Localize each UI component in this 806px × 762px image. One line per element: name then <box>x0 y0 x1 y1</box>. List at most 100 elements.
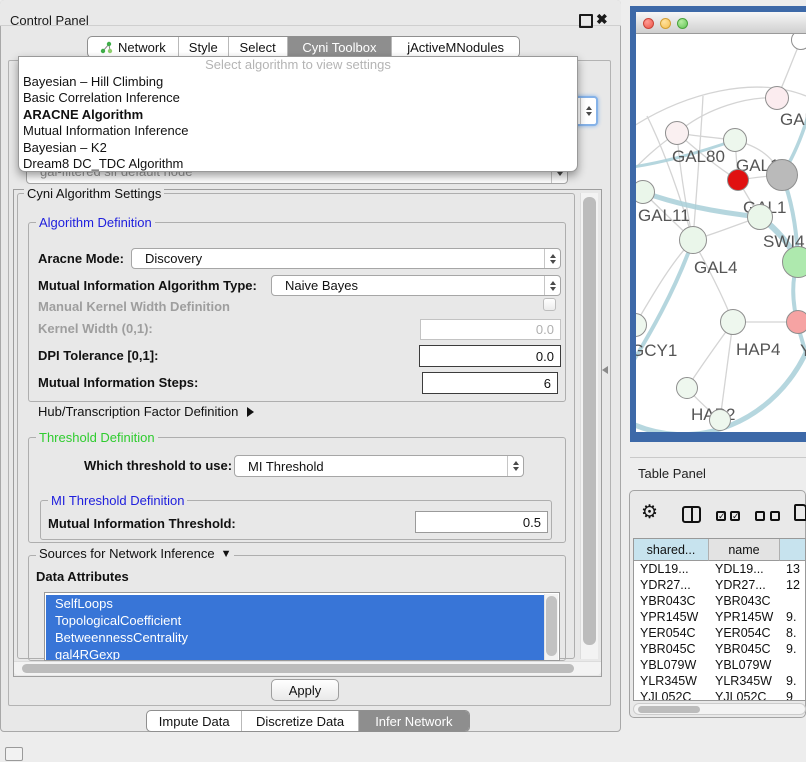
kernel-width-field[interactable]: 0.0 <box>420 319 561 340</box>
table-row[interactable]: YDL19...YDL19...13 <box>634 561 805 577</box>
algorithm-option-bayesian-hill-climbing[interactable]: Bayesian – Hill Climbing <box>19 74 577 91</box>
network-node-gal11[interactable] <box>636 180 655 204</box>
scrollbar-thumb[interactable] <box>583 197 596 645</box>
mi-steps-field[interactable]: 6 <box>422 372 558 394</box>
mi-threshold-value: 0.5 <box>523 515 541 530</box>
network-node-gal[interactable] <box>765 86 789 110</box>
mi-algorithm-type-combobox[interactable]: Naive Bayes <box>271 275 561 296</box>
sources-section-header[interactable]: Sources for Network Inference ▼ <box>36 547 234 560</box>
control-panel-tabs: NetworkStyleSelectCyni ToolboxjActiveMNo… <box>87 36 520 58</box>
tab-select[interactable]: Select <box>229 37 288 57</box>
split-pane-collapse-arrow[interactable] <box>602 366 608 374</box>
aracne-mode-combobox[interactable]: Discovery <box>131 248 561 269</box>
close-panel-icon[interactable]: ✖ <box>596 11 608 28</box>
kernel-width-label: Kernel Width (0,1): <box>38 322 153 335</box>
network-node[interactable] <box>782 246 806 278</box>
node-table[interactable]: shared...name YDL19...YDL19...13YDR27...… <box>633 538 806 701</box>
expanded-arrow-icon[interactable]: ▼ <box>221 548 232 560</box>
network-canvas[interactable]: GALGAL80GAL10GAL1GAL11SWI4GAL4GCY1HAP4YH… <box>636 34 806 432</box>
table-row[interactable]: YER054CYER054C8. <box>634 625 805 641</box>
control-panel-title: Control Panel <box>10 13 89 28</box>
attribute-item-gal4rgexp[interactable]: gal4RGexp <box>46 646 545 661</box>
network-node-gcy1[interactable] <box>636 313 647 337</box>
dpi-tolerance-field[interactable]: 0.0 <box>419 345 561 367</box>
combo-arrows-icon <box>580 98 596 124</box>
table-row[interactable]: YDR27...YDR27...12 <box>634 577 805 593</box>
table-row[interactable]: YBL079WYBL079W <box>634 657 805 673</box>
table-row[interactable]: YBR043CYBR043C <box>634 593 805 609</box>
network-node-gal80[interactable] <box>665 121 689 145</box>
network-node-hap4[interactable] <box>720 309 746 335</box>
tab-discretize-data[interactable]: Discretize Data <box>242 711 358 731</box>
table-cell: 9. <box>780 673 806 689</box>
table-horizontal-scrollbar[interactable] <box>633 703 806 715</box>
settings-vertical-scrollbar[interactable] <box>580 193 598 659</box>
columns-icon[interactable] <box>682 506 701 523</box>
tab-style[interactable]: Style <box>179 37 229 57</box>
table-row[interactable]: YJL052CYJL052C9 <box>634 689 805 701</box>
data-attributes-list[interactable]: SelfLoopsTopologicalCoefficientBetweenne… <box>44 592 560 661</box>
scrollbar-thumb[interactable] <box>546 596 557 656</box>
unchecked-box-icon <box>770 511 780 521</box>
close-window-icon[interactable] <box>643 18 654 29</box>
minimized-panel-icon[interactable] <box>5 747 23 761</box>
algorithm-option-basic-correlation-inference[interactable]: Basic Correlation Inference <box>19 90 577 107</box>
tab-infer-network[interactable]: Infer Network <box>359 711 469 731</box>
scrollbar-thumb[interactable] <box>22 664 574 673</box>
attribute-item-betweennesscentrality[interactable]: BetweennessCentrality <box>46 629 545 646</box>
hub-transcription-label: Hub/Transcription Factor Definition <box>38 405 238 418</box>
mi-threshold-field[interactable]: 0.5 <box>415 511 548 533</box>
network-node-gal4[interactable] <box>679 226 707 254</box>
tab-network[interactable]: Network <box>88 37 179 57</box>
deselect-all-checkboxes-icon[interactable] <box>755 511 780 521</box>
algorithm-option-dream8-dc-tdc-algorithm[interactable]: Dream8 DC_TDC Algorithm <box>19 156 577 173</box>
mi-steps-value: 6 <box>544 376 551 391</box>
tab-label: Impute Data <box>159 714 230 729</box>
list-vertical-scrollbar[interactable] <box>544 594 558 660</box>
gear-icon[interactable]: ⚙ <box>641 503 658 522</box>
network-node-hap2[interactable] <box>676 377 698 399</box>
tab-jactivemnodules[interactable]: jActiveMNodules <box>392 37 519 57</box>
scrollbar-thumb[interactable] <box>638 706 700 713</box>
hub-transcription-section[interactable]: Hub/Transcription Factor Definition <box>38 405 254 418</box>
column-header-name[interactable]: name <box>709 539 780 561</box>
network-node-swi4[interactable] <box>747 204 773 230</box>
new-table-icon[interactable] <box>794 504 806 521</box>
attribute-item-topologicalcoefficient[interactable]: TopologicalCoefficient <box>46 612 545 629</box>
network-node[interactable] <box>791 34 806 50</box>
select-all-checkboxes-icon[interactable]: ✓ ✓ <box>716 511 740 521</box>
zoom-window-icon[interactable] <box>677 18 688 29</box>
network-node[interactable] <box>766 159 798 191</box>
column-header-2[interactable] <box>780 539 806 561</box>
algorithm-option-bayesian-k2[interactable]: Bayesian – K2 <box>19 140 577 157</box>
float-window-icon[interactable] <box>579 14 593 28</box>
algorithm-option-aracne-algorithm[interactable]: ARACNE Algorithm <box>19 107 577 124</box>
attribute-item-selfloops[interactable]: SelfLoops <box>46 595 545 612</box>
network-node[interactable] <box>709 409 731 431</box>
minimize-window-icon[interactable] <box>660 18 671 29</box>
table-cell: YLR345W <box>709 673 780 689</box>
network-node-gal10[interactable] <box>723 128 747 152</box>
table-row[interactable]: YLR345WYLR345W9. <box>634 673 805 689</box>
tab-cyni-toolbox[interactable]: Cyni Toolbox <box>288 37 393 57</box>
algorithm-option-mutual-information-inference[interactable]: Mutual Information Inference <box>19 123 577 140</box>
which-threshold-combobox[interactable]: MI Threshold <box>234 455 524 477</box>
tab-impute-data[interactable]: Impute Data <box>147 711 242 731</box>
mi-threshold-label: Mutual Information Threshold: <box>48 517 236 530</box>
panel-divider[interactable] <box>630 457 806 458</box>
collapsed-arrow-icon[interactable] <box>247 407 254 417</box>
network-node-gal1[interactable] <box>727 169 749 191</box>
table-panel-title: Table Panel <box>638 466 706 481</box>
settings-horizontal-scrollbar[interactable] <box>14 661 601 675</box>
column-header-shared[interactable]: shared... <box>634 539 709 561</box>
table-row[interactable]: YPR145WYPR145W9. <box>634 609 805 625</box>
manual-kernel-width-checkbox[interactable] <box>543 298 556 311</box>
apply-button[interactable]: Apply <box>271 679 339 701</box>
table-row[interactable]: YBR045CYBR045C9. <box>634 641 805 657</box>
tab-label: Discretize Data <box>256 714 344 729</box>
apply-button-label: Apply <box>289 683 322 698</box>
screen: Control Panel ✖ NetworkStyleSelectCyni T… <box>0 0 806 762</box>
mi-steps-label: Mutual Information Steps: <box>38 376 198 389</box>
which-threshold-label: Which threshold to use: <box>84 459 232 472</box>
network-node-y[interactable] <box>786 310 806 334</box>
